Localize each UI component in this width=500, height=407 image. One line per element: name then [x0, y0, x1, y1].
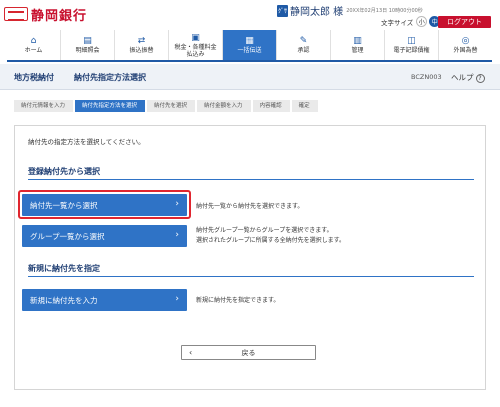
nav-label: 電子記録債権: [393, 47, 430, 54]
instruction-text: 納付先の指定方法を選択してください。: [28, 138, 145, 146]
nav-item-statements[interactable]: ▤ 明細照会: [60, 30, 114, 60]
nav-label: ホーム: [24, 47, 43, 54]
bank-logo-text: 静岡銀行: [31, 8, 88, 24]
nav-label: 税金・各種料金 払込み: [174, 43, 217, 58]
select-from-group-description-1: 納付先グループ一覧からグループを選択できます。: [196, 227, 333, 234]
select-from-group-button[interactable]: グループ一覧から選択 ›: [22, 225, 187, 247]
nav-label: 管理: [351, 47, 364, 54]
nav-item-e-bond[interactable]: ◫ 電子記録債権: [384, 30, 438, 60]
login-time: 20XX年02月13日 10時00分00秒: [346, 8, 423, 14]
batch-icon: ▦: [245, 36, 254, 46]
global-nav: ⌂ ホーム ▤ 明細照会 ⇄ 振込振替 ▣ 税金・各種料金 払込み ▦ 一括伝送…: [7, 30, 492, 62]
nav-item-forex[interactable]: ◎ 外国為替: [438, 30, 492, 60]
font-size-label: 文字サイズ: [381, 18, 414, 27]
step-1: 納付元情報を入力: [14, 100, 74, 112]
select-from-list-label: 納付先一覧から選択: [30, 200, 98, 210]
section-title-new: 新規に納付先を指定: [28, 264, 100, 273]
logout-button[interactable]: ログアウト: [438, 16, 491, 28]
back-button[interactable]: ‹ 戻る: [181, 345, 316, 360]
forex-icon: ◎: [461, 36, 470, 46]
section-divider: [28, 276, 474, 277]
approval-icon: ✎: [299, 36, 308, 46]
bank-logo[interactable]: 静岡銀行: [4, 5, 88, 24]
enter-new-payee-description: 新規に納付先を指定できます。: [196, 297, 280, 304]
step-3: 納付先を選択: [147, 100, 196, 112]
screen-id: BCZN003: [411, 73, 442, 81]
nav-label: 明細照会: [75, 47, 100, 54]
nav-label: 外国為替: [453, 47, 478, 54]
section-divider: [28, 179, 474, 180]
nav-label: 振込振替: [129, 47, 154, 54]
nav-item-tax-payment[interactable]: ▣ 税金・各種料金 払込み: [168, 30, 222, 60]
step-5: 内容確認: [252, 100, 290, 112]
enter-new-payee-label: 新規に納付先を入力: [30, 295, 98, 305]
nav-item-management[interactable]: ▥ 管理: [330, 30, 384, 60]
progress-steps: 納付元情報を入力 納付先指定方法を選択 納付先を選択 納付金額を入力 内容確認 …: [14, 100, 320, 112]
settings-icon: ▥: [353, 36, 362, 46]
page-title-bar: 地方税納付 納付先指定方法選択 BCZN003 ヘルプ?: [0, 64, 500, 90]
nav-item-transfer[interactable]: ⇄ 振込振替: [114, 30, 168, 60]
user-icon: ｸﾞｻ: [277, 4, 288, 17]
chevron-right-icon: ›: [175, 199, 179, 209]
section-title-registered: 登録納付先から選択: [28, 167, 100, 176]
chevron-left-icon: ‹: [189, 348, 193, 357]
font-size-small-button[interactable]: 小: [416, 16, 428, 27]
select-from-list-button[interactable]: 納付先一覧から選択 ›: [22, 194, 187, 216]
nav-label: 一括伝送: [237, 47, 262, 54]
transfer-icon: ⇄: [137, 36, 146, 46]
home-icon: ⌂: [30, 36, 37, 46]
header: 静岡銀行 ｸﾞｻ 静岡太郎 様 20XX年02月13日 10時00分00秒 文字…: [0, 0, 500, 30]
step-4: 納付金額を入力: [197, 100, 251, 112]
nav-item-home[interactable]: ⌂ ホーム: [7, 30, 60, 60]
bank-logo-mark-icon: [4, 7, 28, 21]
page-category: 地方税納付: [14, 73, 54, 82]
help-label: ヘルプ: [451, 73, 474, 82]
help-icon: ?: [475, 74, 485, 83]
back-label: 戻る: [241, 348, 256, 357]
select-from-list-description: 納付先一覧から納付先を選択できます。: [196, 203, 304, 210]
chevron-right-icon: ›: [175, 230, 179, 240]
payment-icon: ▣: [191, 32, 200, 43]
chevron-right-icon: ›: [175, 294, 179, 304]
bond-icon: ◫: [407, 36, 416, 46]
select-from-group-label: グループ一覧から選択: [30, 231, 105, 241]
nav-item-batch[interactable]: ▦ 一括伝送: [222, 30, 276, 60]
step-2-current: 納付先指定方法を選択: [75, 100, 146, 112]
help-link[interactable]: ヘルプ?: [451, 72, 485, 83]
user-name: 静岡太郎 様: [290, 7, 344, 18]
nav-item-approval[interactable]: ✎ 承認: [276, 30, 330, 60]
page-title: 納付先指定方法選択: [74, 73, 146, 82]
nav-label: 承認: [297, 47, 310, 54]
step-6: 確定: [291, 100, 318, 112]
select-from-group-description-2: 選択されたグループに所属する全納付先を選択します。: [196, 237, 346, 244]
document-icon: ▤: [83, 36, 92, 46]
enter-new-payee-button[interactable]: 新規に納付先を入力 ›: [22, 289, 187, 311]
